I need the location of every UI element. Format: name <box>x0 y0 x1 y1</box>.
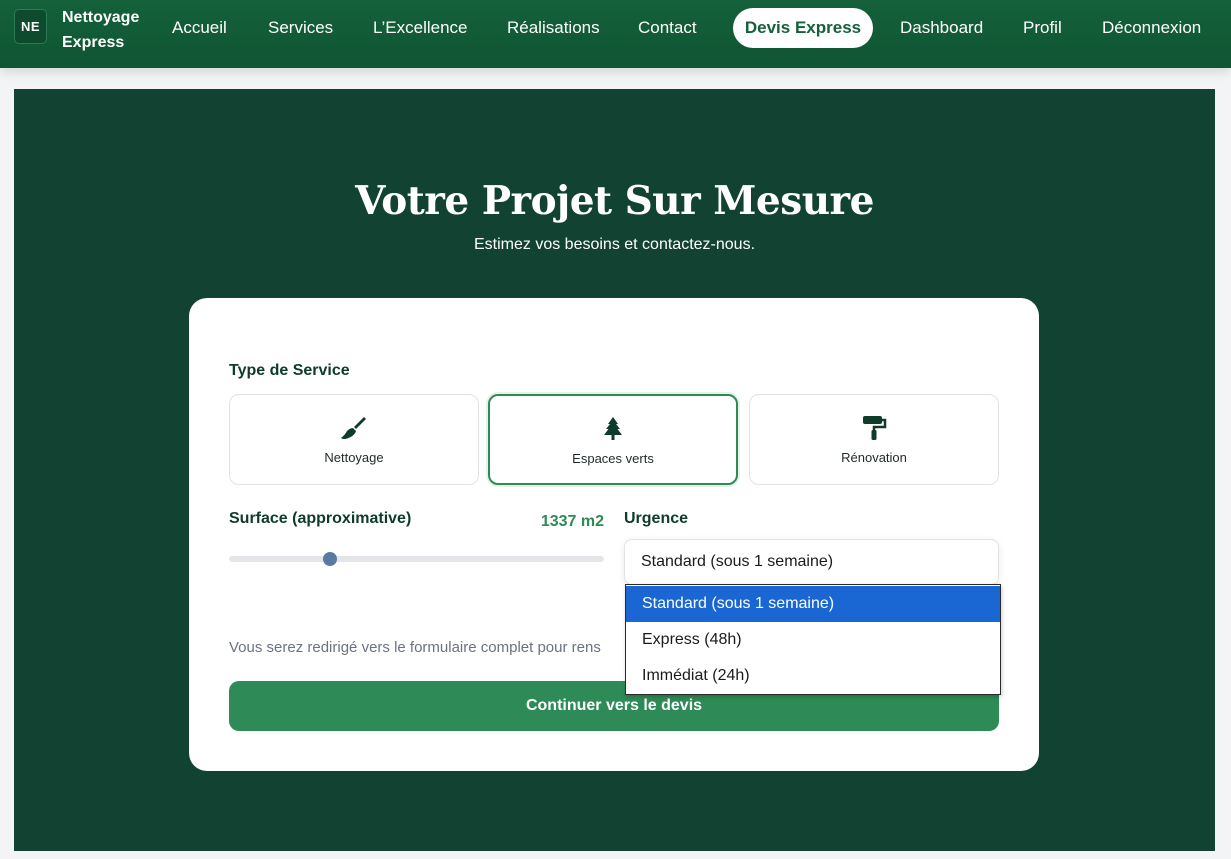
nav-realisations[interactable]: Réalisations <box>507 18 600 38</box>
nav-deconnexion[interactable]: Déconnexion <box>1102 18 1201 38</box>
paint-roller-icon <box>863 416 887 440</box>
nav-dashboard[interactable]: Dashboard <box>900 18 983 38</box>
brand-line-1: Nettoyage <box>62 9 140 26</box>
service-type-label: Type de Service <box>229 362 350 379</box>
nav-contact[interactable]: Contact <box>638 18 697 38</box>
service-label-nettoyage: Nettoyage <box>324 450 384 465</box>
service-label-renovation: Rénovation <box>841 450 907 465</box>
urgency-option-standard[interactable]: Standard (sous 1 semaine) <box>626 586 1000 622</box>
nav-services[interactable]: Services <box>268 18 333 38</box>
urgency-label: Urgence <box>624 510 689 527</box>
surface-slider-thumb[interactable] <box>323 552 338 566</box>
page-title: Votre Projet Sur Mesure <box>355 178 874 224</box>
logo[interactable]: NE <box>14 9 47 44</box>
surface-value: 1337 m2 <box>540 513 604 530</box>
urgency-dropdown-list: Standard (sous 1 semaine) Express (48h) … <box>625 584 1001 695</box>
nav-profil[interactable]: Profil <box>1023 18 1062 38</box>
redirect-note: Vous serez redirigé vers le formulaire c… <box>229 639 601 656</box>
broom-icon <box>341 417 366 439</box>
service-option-espaces-verts[interactable]: Espaces verts <box>488 394 738 485</box>
service-option-renovation[interactable]: Rénovation <box>749 394 999 485</box>
brand-name[interactable]: Nettoyage Express <box>62 5 152 55</box>
nav-devis-express[interactable]: Devis Express <box>733 8 873 48</box>
nav-accueil[interactable]: Accueil <box>172 18 227 38</box>
page-subtitle: Estimez vos besoins et contactez-nous. <box>473 236 756 253</box>
surface-label: Surface (approximative) <box>229 510 412 527</box>
urgency-option-express[interactable]: Express (48h) <box>626 622 1000 658</box>
quote-form-card: Type de Service Nettoyage Espaces verts … <box>189 298 1039 771</box>
surface-slider[interactable] <box>229 552 604 566</box>
service-label-espaces-verts: Espaces verts <box>572 451 654 466</box>
urgency-select[interactable]: Standard (sous 1 semaine) <box>624 539 999 585</box>
top-navbar: NE Nettoyage Express Accueil Services L’… <box>0 0 1231 68</box>
brand-line-2: Express <box>62 34 125 51</box>
urgency-selected-value: Standard (sous 1 semaine) <box>641 553 834 570</box>
nav-excellence[interactable]: L’Excellence <box>373 18 468 38</box>
urgency-option-immediat[interactable]: Immédiat (24h) <box>626 658 1000 694</box>
tree-icon <box>604 417 622 440</box>
service-option-nettoyage[interactable]: Nettoyage <box>229 394 479 485</box>
